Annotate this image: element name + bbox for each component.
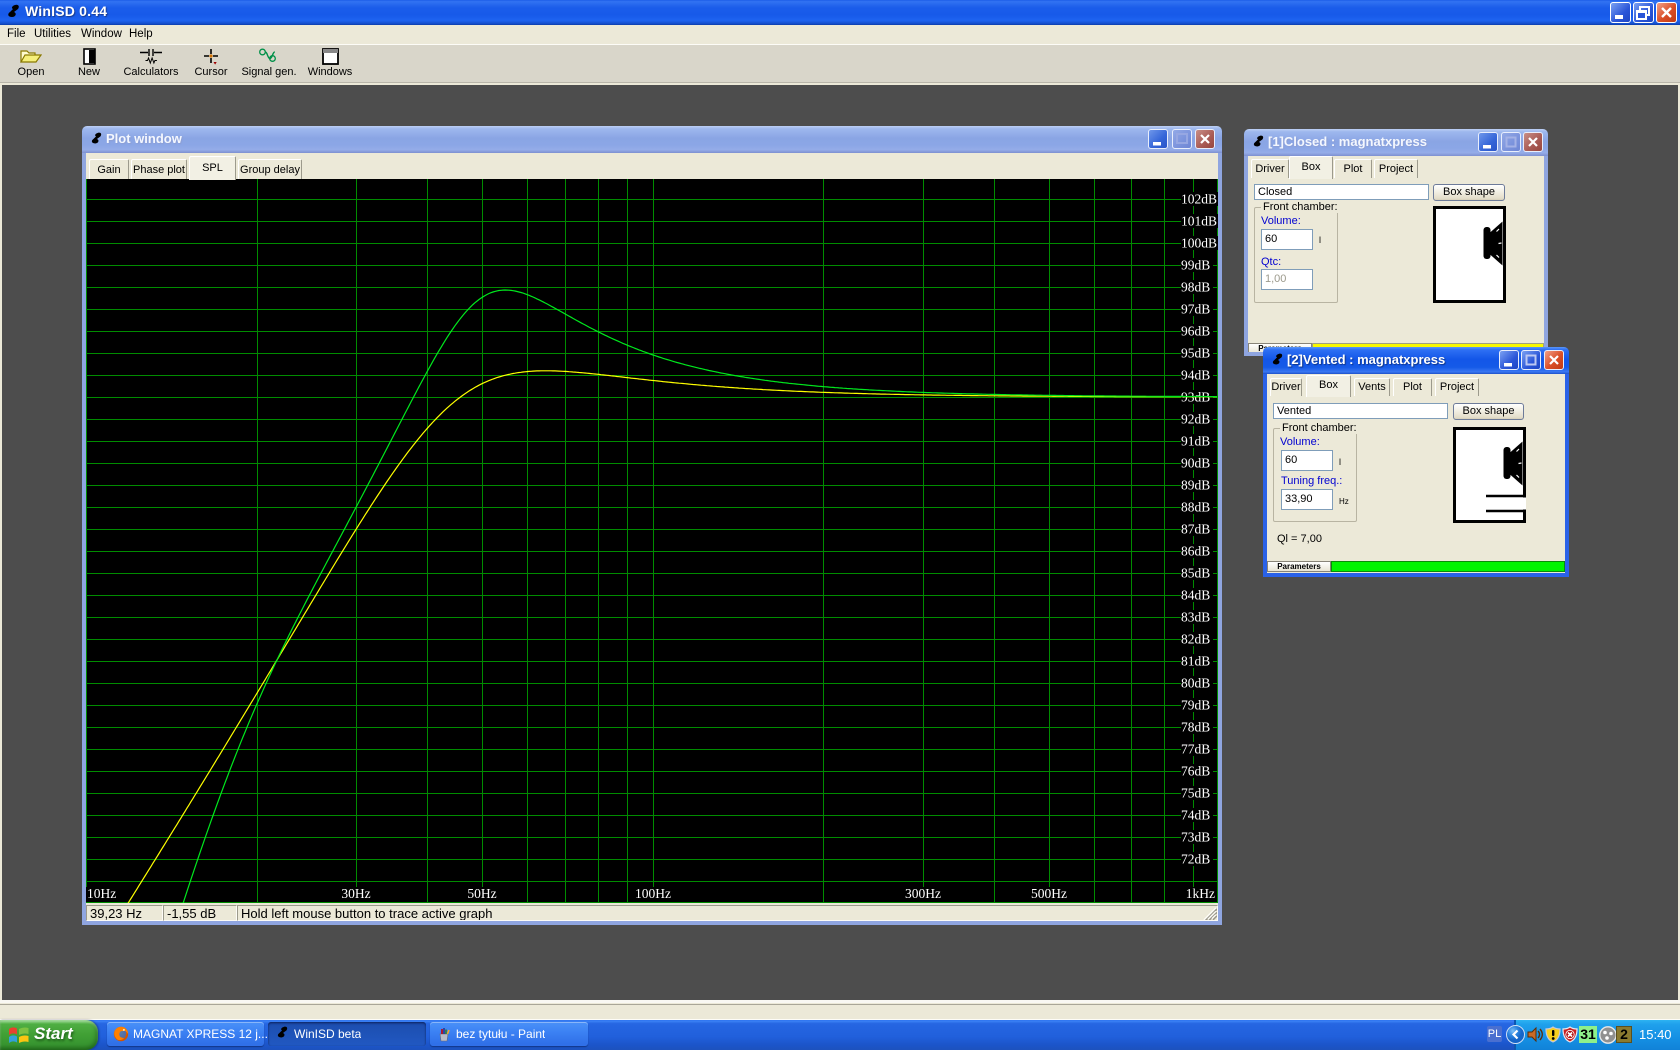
svg-text:82dB: 82dB — [1181, 632, 1210, 647]
svg-text:74dB: 74dB — [1181, 808, 1210, 823]
svg-text:77dB: 77dB — [1181, 742, 1210, 757]
svg-text:100dB: 100dB — [1181, 236, 1217, 251]
svg-text:86dB: 86dB — [1181, 544, 1210, 559]
svg-text:78dB: 78dB — [1181, 720, 1210, 735]
svg-text:95dB: 95dB — [1181, 346, 1210, 361]
svg-text:98dB: 98dB — [1181, 280, 1210, 295]
svg-text:30Hz: 30Hz — [341, 886, 370, 901]
svg-text:500Hz: 500Hz — [1031, 886, 1067, 901]
svg-text:81dB: 81dB — [1181, 654, 1210, 669]
svg-text:92dB: 92dB — [1181, 412, 1210, 427]
svg-text:99dB: 99dB — [1181, 258, 1210, 273]
svg-text:72dB: 72dB — [1181, 852, 1210, 867]
svg-text:83dB: 83dB — [1181, 610, 1210, 625]
svg-text:79dB: 79dB — [1181, 698, 1210, 713]
svg-text:85dB: 85dB — [1181, 566, 1210, 581]
svg-text:94dB: 94dB — [1181, 368, 1210, 383]
svg-text:10Hz: 10Hz — [87, 886, 116, 901]
svg-text:100Hz: 100Hz — [635, 886, 671, 901]
svg-text:96dB: 96dB — [1181, 324, 1210, 339]
svg-text:87dB: 87dB — [1181, 522, 1210, 537]
svg-text:97dB: 97dB — [1181, 302, 1210, 317]
svg-text:50Hz: 50Hz — [467, 886, 496, 901]
svg-text:76dB: 76dB — [1181, 764, 1210, 779]
svg-text:90dB: 90dB — [1181, 456, 1210, 471]
svg-text:101dB: 101dB — [1181, 214, 1217, 229]
svg-text:73dB: 73dB — [1181, 830, 1210, 845]
svg-text:102dB: 102dB — [1181, 192, 1217, 207]
svg-text:88dB: 88dB — [1181, 500, 1210, 515]
svg-text:84dB: 84dB — [1181, 588, 1210, 603]
svg-text:91dB: 91dB — [1181, 434, 1210, 449]
svg-text:1kHz: 1kHz — [1186, 886, 1215, 901]
svg-text:300Hz: 300Hz — [905, 886, 941, 901]
svg-text:75dB: 75dB — [1181, 786, 1210, 801]
svg-text:89dB: 89dB — [1181, 478, 1210, 493]
svg-text:80dB: 80dB — [1181, 676, 1210, 691]
